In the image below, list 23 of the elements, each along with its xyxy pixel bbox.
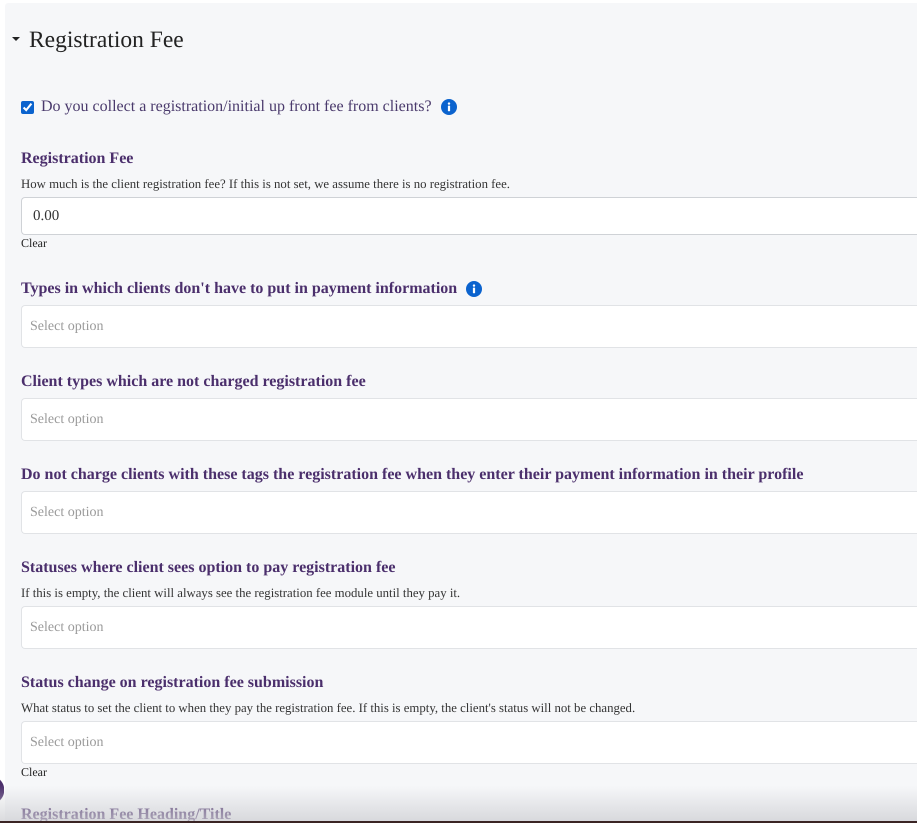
field-label: Client types which are not charged registration fee [21,372,366,392]
select-field[interactable]: Select option [21,398,917,441]
help-text: How much is the client registration fee? If this is not set, we assume there is no registration fee. [21,176,511,193]
field-label: Do not charge clients with these tags the registration fee when they enter their payment information in their profile [21,465,804,485]
info-icon[interactable] [466,281,482,297]
field-label: Statuses where client sees option to pay registration fee [21,558,396,578]
field-label: Status change on registration fee submission [21,673,324,693]
help-text: If this is empty, the client will always see the registration fee module until they pay it. [21,585,462,602]
help-text: What status to set the client to when they pay the registration fee. If this is empty, the client's status will not be changed. [21,700,636,717]
checkbox[interactable] [21,100,34,114]
select-field[interactable]: Select option [21,606,917,649]
select-field[interactable]: Select option [21,721,917,764]
info-icon[interactable] [440,99,457,115]
field-label: Registration Fee Heading/Title [21,805,232,823]
checkbox-label: Do you collect a registration/initial up front fee from clients? [41,97,432,117]
field-label: Registration Fee [21,149,134,169]
input-field[interactable]: 0.00 [21,197,917,235]
select-field[interactable]: Select option [21,491,917,534]
clear-link[interactable]: Clear [21,235,47,252]
clear-link[interactable]: Clear [21,764,47,781]
field-label: Types in which clients don't have to put in payment information [21,279,458,299]
select-field[interactable]: Select option [21,305,917,348]
section-heading[interactable]: Registration Fee [12,25,184,55]
